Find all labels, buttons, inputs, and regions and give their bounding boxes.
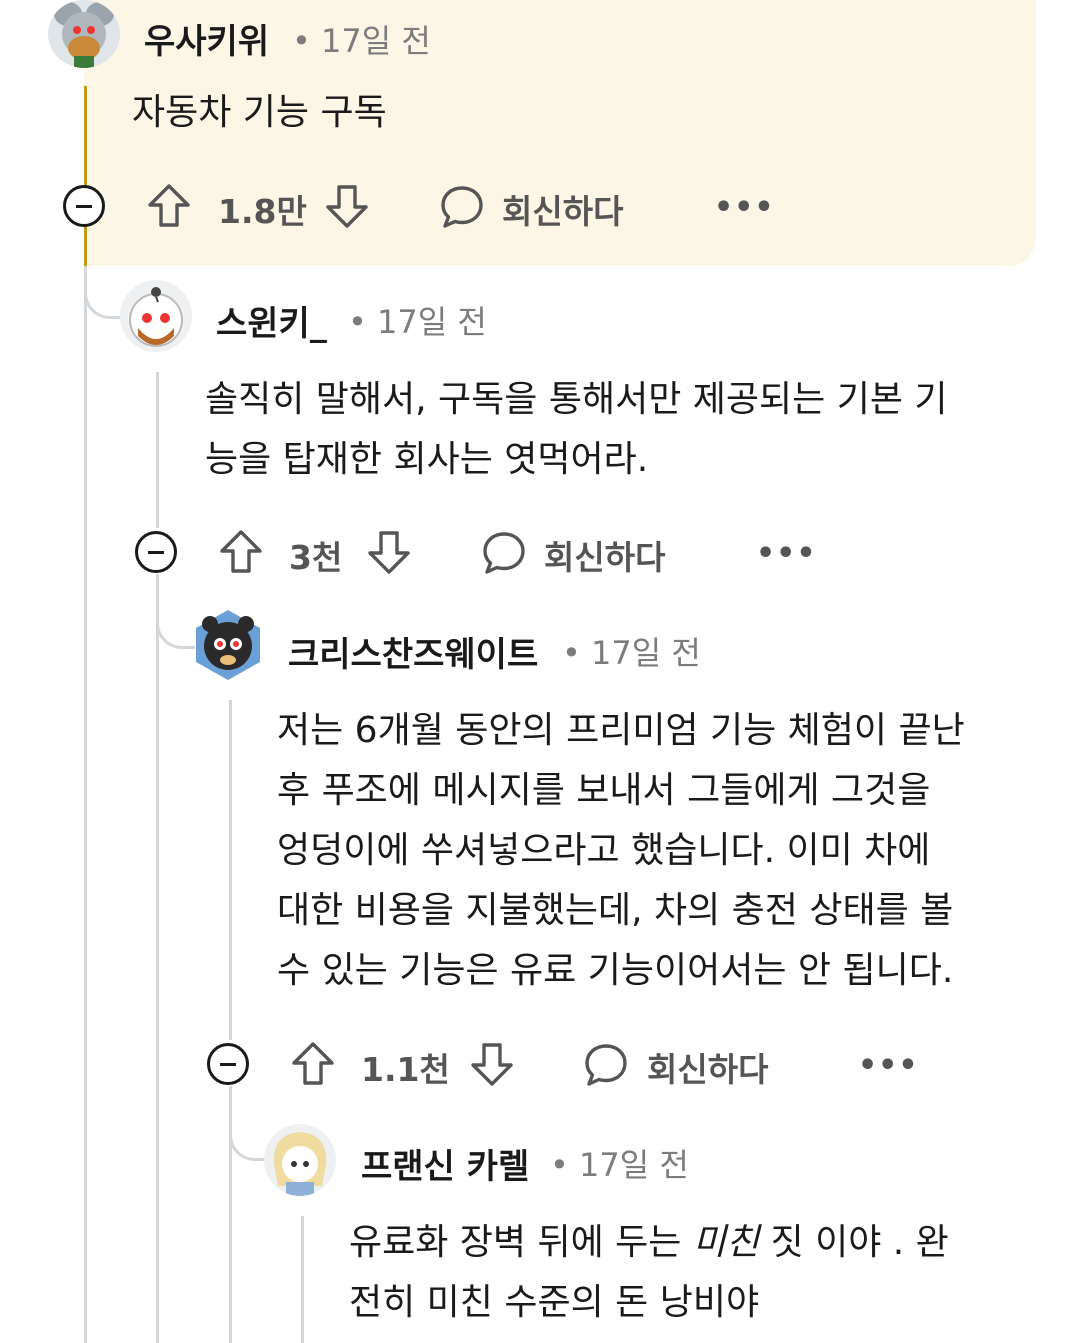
comment-emphasis: 미친: [692, 1222, 760, 1263]
reply-bubble-icon[interactable]: [582, 1041, 630, 1089]
comment-body-line: 능을 탑재한 회사는 엿먹어라.: [205, 439, 649, 480]
thread-line-level-1[interactable]: [84, 266, 87, 1343]
username[interactable]: 프랜신 카렐: [361, 1139, 529, 1188]
more-options-icon[interactable]: •••: [756, 536, 817, 571]
upvote-icon[interactable]: [290, 1041, 336, 1087]
collapse-thread-button[interactable]: [135, 531, 177, 573]
reply-button[interactable]: 회신하다: [544, 531, 665, 579]
comment-text: 유료화 장벽 뒤에 두는: [349, 1222, 693, 1263]
reply-bubble-icon[interactable]: [438, 183, 486, 231]
comment-body: 솔직히 말해서, 구독을 통해서만 제공되는 기본 기 능을 탑재한 회사는 엿…: [205, 370, 948, 490]
comment-body: 자동차 기능 구독: [132, 83, 387, 143]
downvote-icon[interactable]: [366, 529, 412, 575]
upvote-icon[interactable]: [218, 529, 264, 575]
comment-body-line: 대한 비용을 지불했는데, 차의 충전 상태를 볼: [277, 890, 954, 931]
comment-body-line: 엉덩이에 쑤셔넣으라고 했습니다. 이미 차에: [277, 830, 931, 871]
timestamp: • 17일 전: [348, 303, 487, 341]
collapse-thread-button[interactable]: [63, 185, 105, 227]
thread-connector: [156, 590, 195, 649]
thread-line-level-4[interactable]: [301, 1216, 304, 1343]
comment-body-line: 후 푸조에 메시지를 보내서 그들에게 그것을: [277, 770, 931, 811]
username[interactable]: 크리스찬즈웨이트: [288, 627, 538, 676]
avatar[interactable]: [192, 608, 264, 682]
more-options-icon[interactable]: •••: [714, 190, 775, 225]
reply-button[interactable]: 회신하다: [647, 1043, 768, 1091]
reply-button[interactable]: 회신하다: [502, 185, 623, 233]
comment-body-line: 자동차 기능 구독: [132, 92, 387, 133]
vote-count: 1.8만: [218, 192, 307, 231]
comment-body: 저는 6개월 동안의 프리미엄 기능 체험이 끝난 후 푸조에 메시지를 보내서…: [277, 701, 965, 1001]
thread-connector: [229, 1100, 268, 1161]
timestamp: • 17일 전: [292, 22, 431, 60]
upvote-icon[interactable]: [146, 183, 192, 229]
downvote-icon[interactable]: [469, 1041, 515, 1087]
thread-connector: [84, 266, 123, 319]
comment-body: 유료화 장벽 뒤에 두는 미친 짓 이야 . 완 전히 미친 수준의 돈 낭비야: [349, 1213, 949, 1333]
avatar[interactable]: [48, 0, 120, 68]
vote-count: 1.1천: [361, 1050, 450, 1089]
avatar[interactable]: [120, 280, 192, 352]
thread-line-highlight[interactable]: [84, 86, 87, 266]
thread-line-level-2-lower[interactable]: [156, 574, 159, 1343]
avatar[interactable]: [264, 1124, 336, 1196]
reply-bubble-icon[interactable]: [480, 529, 528, 577]
collapse-thread-button[interactable]: [207, 1043, 249, 1085]
downvote-icon[interactable]: [324, 183, 370, 229]
username[interactable]: 우사키위: [144, 14, 269, 63]
comment-body-line: 전히 미친 수준의 돈 낭비야: [349, 1282, 760, 1323]
timestamp: • 17일 전: [562, 634, 701, 672]
thread-line-level-3[interactable]: [229, 700, 232, 1040]
username[interactable]: 스윈키_: [216, 296, 327, 345]
comment-body-line: 솔직히 말해서, 구독을 통해서만 제공되는 기본 기: [205, 379, 948, 420]
comment-text: 짓 이야 . 완: [759, 1222, 949, 1263]
more-options-icon[interactable]: •••: [858, 1048, 919, 1083]
timestamp: • 17일 전: [550, 1146, 689, 1184]
vote-count: 3천: [289, 538, 343, 577]
thread-line-level-2[interactable]: [156, 372, 159, 528]
comment-body-line: 유료화 장벽 뒤에 두는 미친 짓 이야 . 완: [349, 1213, 949, 1273]
comment-body-line: 수 있는 기능은 유료 기능이어서는 안 됩니다.: [277, 950, 954, 991]
comment-body-line: 저는 6개월 동안의 프리미엄 기능 체험이 끝난: [277, 710, 965, 751]
